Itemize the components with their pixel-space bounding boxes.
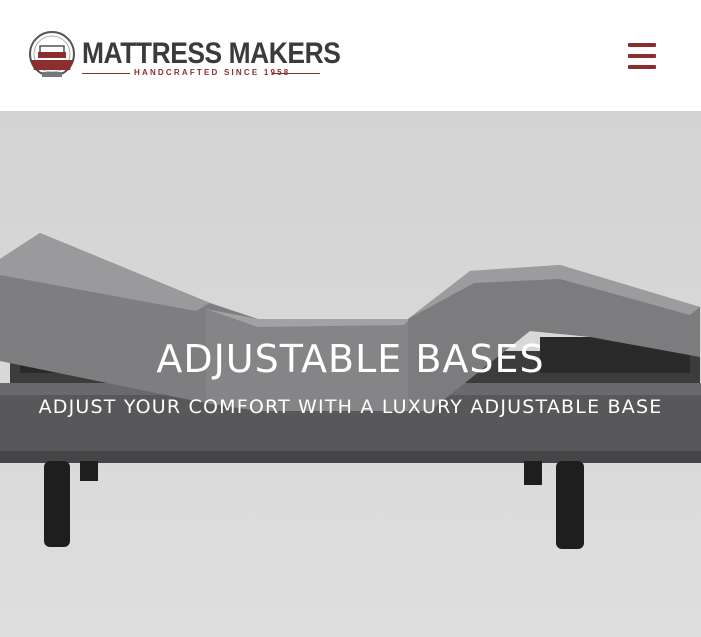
hero-title: ADJUSTABLE BASES xyxy=(156,337,545,381)
site-header: MATTRESS MAKERS HANDCRAFTED SINCE 1958 xyxy=(0,0,701,111)
tagline-rule-right xyxy=(272,73,320,74)
hero-subtitle: ADJUST YOUR COMFORT WITH A LUXURY ADJUST… xyxy=(38,396,663,418)
hamburger-menu-icon[interactable] xyxy=(626,40,660,72)
tagline-rule-left xyxy=(82,73,130,74)
logo-badge-icon xyxy=(29,31,75,77)
brand-tagline-text: HANDCRAFTED SINCE 1958 xyxy=(134,68,291,77)
brand-tagline: HANDCRAFTED SINCE 1958 xyxy=(82,68,320,78)
brand-name: MATTRESS MAKERS xyxy=(82,37,341,70)
hero-banner: ADJUSTABLE BASES ADJUST YOUR COMFORT WIT… xyxy=(0,111,701,637)
brand-logo[interactable]: MATTRESS MAKERS HANDCRAFTED SINCE 1958 xyxy=(28,26,341,88)
